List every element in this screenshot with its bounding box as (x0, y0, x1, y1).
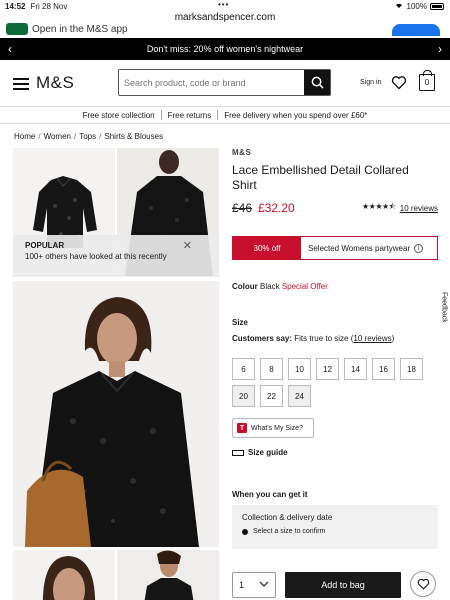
search-icon (311, 76, 324, 89)
colour-row: Colour Black Special Offer (232, 282, 328, 291)
breadcrumb-women[interactable]: Women (44, 132, 71, 141)
price-row: £46 £32.20 ★★★★⯪ 10 reviews (232, 201, 438, 215)
delivery-heading: When you can get it (232, 490, 308, 499)
browser-url-bar: marksandspencer.com Open in the M&S app (0, 11, 450, 37)
now-price: £32.20 (258, 201, 295, 215)
search-button[interactable] (304, 70, 330, 95)
ms-logo[interactable]: M&S (36, 73, 74, 93)
battery-percent: 100% (406, 1, 427, 11)
collection-delivery-panel: Collection & delivery date Select a size… (232, 505, 438, 549)
size-guide-link[interactable]: Size guide (232, 448, 288, 457)
size-heading: Size (232, 318, 249, 327)
add-to-bag-button[interactable]: Add to bag (285, 572, 401, 598)
feedback-tab[interactable]: Feedback (438, 284, 450, 330)
product-info: M&S Lace Embellished Detail Collared Shi… (232, 148, 438, 598)
popular-notice: POPULAR 100+ others have looked at this … (13, 235, 219, 277)
promo-text[interactable]: Don't miss: 20% off women's nightwear (147, 44, 303, 54)
close-icon[interactable]: ✕ (183, 239, 192, 252)
url-text[interactable]: marksandspencer.com (0, 12, 450, 23)
reviews-link[interactable]: 10 reviews (400, 204, 438, 213)
size-option-20[interactable]: 20 (232, 385, 255, 407)
app-banner-text: Open in the M&S app (32, 24, 128, 35)
wifi-icon (394, 1, 404, 11)
usp-item[interactable]: Free delivery when you spend over £60* (218, 111, 373, 120)
status-time: 14:52 (5, 1, 26, 11)
bag-icon[interactable]: 0 (419, 70, 435, 91)
popular-title: POPULAR (25, 241, 65, 250)
open-app-button[interactable] (392, 24, 440, 36)
promo-banner[interactable]: ‹ Don't miss: 20% off women's nightwear … (0, 38, 450, 60)
info-icon[interactable]: i (414, 243, 424, 253)
battery-icon (430, 2, 444, 10)
chevron-down-icon (259, 581, 269, 587)
size-option-10[interactable]: 10 (288, 358, 311, 380)
customers-say-label: Customers say: (232, 334, 293, 343)
chevron-left-icon[interactable]: ‹ (8, 42, 12, 56)
size-guide-label: Size guide (248, 448, 288, 457)
chevron-right-icon[interactable]: › (438, 42, 442, 56)
menu-icon[interactable] (13, 78, 29, 90)
true-fit-icon: T (237, 423, 247, 433)
offer-badge[interactable]: 30% off Selected Womens partywear i (232, 236, 438, 260)
whats-my-size-label: What's My Size? (251, 424, 303, 432)
product-brand: M&S (232, 148, 252, 157)
wishlist-button[interactable] (410, 571, 436, 597)
status-date: Fri 28 Nov (30, 1, 68, 11)
size-option-24[interactable]: 24 (288, 385, 311, 407)
quantity-select[interactable]: 1 (232, 572, 276, 598)
bag-count: 0 (424, 78, 430, 87)
product-image-closeup[interactable] (13, 550, 115, 600)
special-offer-label: Special Offer (281, 282, 328, 291)
rating: ★★★★⯪ 10 reviews (362, 201, 438, 215)
breadcrumb: Home / Women / Tops / Shirts & Blouses (14, 132, 164, 141)
breadcrumb-home[interactable]: Home (14, 132, 35, 141)
offer-label-row: Selected Womens partywear i (301, 237, 437, 259)
customers-say: Customers say: Fits true to size (10 rev… (232, 334, 395, 343)
size-option-12[interactable]: 12 (316, 358, 339, 380)
usp-item[interactable]: Free returns (162, 111, 218, 120)
site-header: M&S Sign in 0 (0, 60, 450, 106)
was-price: £46 (232, 201, 253, 215)
size-option-16[interactable]: 16 (372, 358, 395, 380)
heart-icon (417, 578, 429, 590)
status-right: 100% (394, 1, 444, 11)
breadcrumb-tops[interactable]: Tops (79, 132, 96, 141)
offer-percent: 30% off (233, 237, 301, 259)
size-option-22[interactable]: 22 (260, 385, 283, 407)
wishlist-heart-icon[interactable] (391, 75, 407, 95)
more-dots-icon[interactable]: ••• (218, 0, 229, 9)
collection-title: Collection & delivery date (242, 513, 333, 522)
size-selector: 6 8 10 12 14 16 18 20 22 24 (232, 358, 438, 407)
size-option-18[interactable]: 18 (400, 358, 423, 380)
quantity-value: 1 (239, 580, 245, 590)
collection-hint-row: Select a size to confirm (242, 528, 428, 535)
add-to-bag-label: Add to bag (321, 580, 365, 590)
ruler-icon (232, 449, 244, 456)
size-reviews-link[interactable]: 10 reviews (353, 334, 391, 343)
usp-item[interactable]: Free store collection (77, 111, 161, 120)
collection-hint: Select a size to confirm (253, 528, 326, 535)
colour-value: Black (260, 282, 280, 291)
sign-in-link[interactable]: Sign in (360, 79, 381, 86)
offer-label: Selected Womens partywear (308, 243, 411, 253)
product-image-full[interactable] (117, 550, 219, 600)
status-dot-icon (242, 528, 248, 535)
customers-say-value: Fits true to size (294, 334, 349, 343)
size-option-6[interactable]: 6 (232, 358, 255, 380)
search-box (118, 69, 331, 96)
popular-text: 100+ others have looked at this recently (25, 252, 167, 261)
star-rating-icon: ★★★★⯪ (361, 202, 396, 211)
app-logo-icon (6, 23, 28, 35)
product-title: Lace Embellished Detail Collared Shirt (232, 163, 409, 192)
whats-my-size-button[interactable]: T What's My Size? (232, 418, 314, 438)
colour-label: Colour (232, 282, 258, 291)
usp-strip: Free store collection Free returns Free … (0, 106, 450, 124)
size-option-8[interactable]: 8 (260, 358, 283, 380)
breadcrumb-shirts[interactable]: Shirts & Blouses (104, 132, 163, 141)
size-option-14[interactable]: 14 (344, 358, 367, 380)
search-input[interactable] (119, 70, 304, 95)
product-image-model[interactable] (13, 281, 219, 547)
